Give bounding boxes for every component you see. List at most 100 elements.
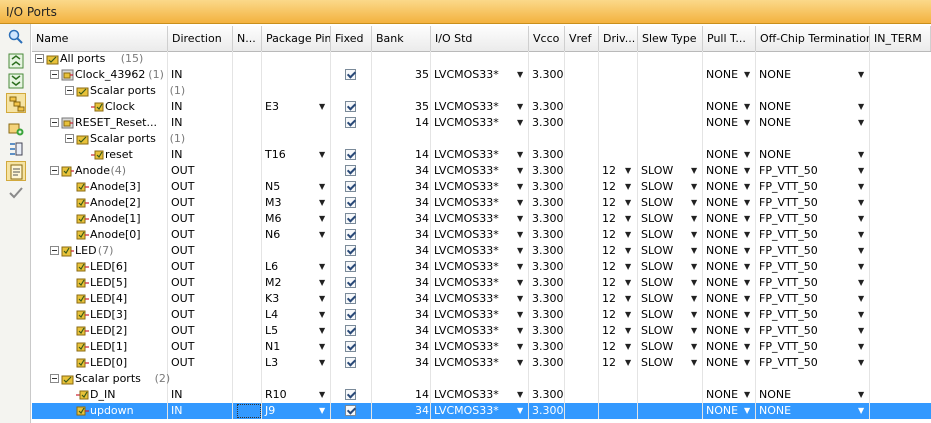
- column-header[interactable]: N...: [233, 26, 262, 51]
- package-pin-dropdown-icon[interactable]: ▼: [319, 227, 325, 243]
- termination-dropdown-icon[interactable]: ▼: [858, 211, 864, 227]
- package-pin-dropdown-icon[interactable]: ▼: [319, 339, 325, 355]
- drive-dropdown-icon[interactable]: ▼: [625, 195, 631, 211]
- fixed-checkbox[interactable]: [345, 117, 356, 128]
- pull-dropdown-icon[interactable]: ▼: [744, 387, 750, 403]
- off-chip-termination-select[interactable]: NONE: [756, 67, 870, 83]
- slew-dropdown-icon[interactable]: ▼: [691, 163, 697, 179]
- fixed-checkbox[interactable]: [345, 277, 356, 288]
- package-pin-dropdown-icon[interactable]: ▼: [319, 179, 325, 195]
- off-chip-termination-select[interactable]: NONE: [756, 115, 870, 131]
- package-pin-dropdown-icon[interactable]: ▼: [319, 291, 325, 307]
- slew-dropdown-icon[interactable]: ▼: [691, 195, 697, 211]
- column-header[interactable]: IN_TERM: [870, 26, 931, 51]
- io-std-select[interactable]: LVCMOS33*: [431, 243, 529, 259]
- pull-dropdown-icon[interactable]: ▼: [744, 67, 750, 83]
- drive-strength-select[interactable]: 12: [599, 227, 638, 243]
- column-header[interactable]: Driv...: [599, 26, 638, 51]
- table-row[interactable]: Anode (4) OUT 34 LVCMOS33* ▼ 3.300 12 ▼ SLOW ▼ NONE…: [32, 163, 931, 179]
- table-row[interactable]: All ports (15): [32, 51, 931, 67]
- io-std-select[interactable]: LVCMOS33*: [431, 147, 529, 163]
- column-header[interactable]: Package Pin: [262, 26, 331, 51]
- fixed-checkbox[interactable]: [345, 405, 356, 416]
- io-std-dropdown-icon[interactable]: ▼: [517, 387, 523, 403]
- termination-dropdown-icon[interactable]: ▼: [858, 99, 864, 115]
- io-std-select[interactable]: LVCMOS33*: [431, 99, 529, 115]
- table-row[interactable]: LED[4] OUT K3 ▼ 34 LVCMOS33* ▼ 3.300 12 ▼ SLOW ▼ NON…: [32, 291, 931, 307]
- drive-dropdown-icon[interactable]: ▼: [625, 243, 631, 259]
- drive-strength-select[interactable]: 12: [599, 323, 638, 339]
- io-std-dropdown-icon[interactable]: ▼: [517, 99, 523, 115]
- table-row[interactable]: Clock_43962 (1) IN 35 LVCMOS33* ▼ 3.300 NONE ▼ NO…: [32, 67, 931, 83]
- drive-strength-select[interactable]: 12: [599, 243, 638, 259]
- fixed-checkbox[interactable]: [345, 357, 356, 368]
- auto-place-icon[interactable]: [6, 161, 26, 181]
- column-header[interactable]: Slew Type: [638, 26, 703, 51]
- table-row[interactable]: LED[2] OUT L5 ▼ 34 LVCMOS33* ▼ 3.300 12 ▼ SLOW ▼ NON…: [32, 323, 931, 339]
- place-pins-icon[interactable]: [6, 139, 26, 159]
- package-pin-dropdown-icon[interactable]: ▼: [319, 259, 325, 275]
- fixed-checkbox[interactable]: [345, 261, 356, 272]
- termination-dropdown-icon[interactable]: ▼: [858, 243, 864, 259]
- io-std-dropdown-icon[interactable]: ▼: [517, 323, 523, 339]
- pull-dropdown-icon[interactable]: ▼: [744, 99, 750, 115]
- slew-dropdown-icon[interactable]: ▼: [691, 291, 697, 307]
- io-std-select[interactable]: LVCMOS33*: [431, 163, 529, 179]
- off-chip-termination-select[interactable]: FP_VTT_50: [756, 291, 870, 307]
- table-row[interactable]: Scalar ports (1): [32, 131, 931, 147]
- column-header[interactable]: I/O Std: [431, 26, 529, 51]
- drive-dropdown-icon[interactable]: ▼: [625, 355, 631, 371]
- drive-strength-select[interactable]: 12: [599, 179, 638, 195]
- off-chip-termination-select[interactable]: FP_VTT_50: [756, 163, 870, 179]
- pull-dropdown-icon[interactable]: ▼: [744, 179, 750, 195]
- off-chip-termination-select[interactable]: FP_VTT_50: [756, 195, 870, 211]
- drive-strength-select[interactable]: 12: [599, 163, 638, 179]
- drive-dropdown-icon[interactable]: ▼: [625, 323, 631, 339]
- neg-diff-pair-cell[interactable]: [237, 404, 261, 418]
- slew-dropdown-icon[interactable]: ▼: [691, 259, 697, 275]
- collapse-toggle-icon[interactable]: [65, 86, 74, 95]
- io-std-select[interactable]: LVCMOS33*: [431, 211, 529, 227]
- termination-dropdown-icon[interactable]: ▼: [858, 339, 864, 355]
- package-pin-select[interactable]: [262, 163, 331, 179]
- off-chip-termination-select[interactable]: NONE: [756, 147, 870, 163]
- collapse-toggle-icon[interactable]: [50, 70, 59, 79]
- pull-dropdown-icon[interactable]: ▼: [744, 259, 750, 275]
- io-std-select[interactable]: LVCMOS33*: [431, 115, 529, 131]
- off-chip-termination-select[interactable]: FP_VTT_50: [756, 211, 870, 227]
- termination-dropdown-icon[interactable]: ▼: [858, 355, 864, 371]
- off-chip-termination-select[interactable]: FP_VTT_50: [756, 179, 870, 195]
- slew-dropdown-icon[interactable]: ▼: [691, 179, 697, 195]
- slew-dropdown-icon[interactable]: ▼: [691, 275, 697, 291]
- off-chip-termination-select[interactable]: FP_VTT_50: [756, 243, 870, 259]
- package-pin-select[interactable]: [262, 67, 331, 83]
- table-row[interactable]: Anode[1] OUT M6 ▼ 34 LVCMOS33* ▼ 3.300 12 ▼ SLOW ▼ N…: [32, 211, 931, 227]
- table-row[interactable]: Anode[0] OUT N6 ▼ 34 LVCMOS33* ▼ 3.300 12 ▼ SLOW ▼ N…: [32, 227, 931, 243]
- io-std-dropdown-icon[interactable]: ▼: [517, 259, 523, 275]
- table-row[interactable]: D_IN IN R10 ▼ 14 LVCMOS33* ▼ 3.300 NONE ▼ NONE ▼: [32, 387, 931, 403]
- collapse-toggle-icon[interactable]: [50, 166, 59, 175]
- fixed-checkbox[interactable]: [345, 197, 356, 208]
- collapse-toggle-icon[interactable]: [50, 246, 59, 255]
- package-pin-dropdown-icon[interactable]: ▼: [319, 355, 325, 371]
- io-std-select[interactable]: LVCMOS33*: [431, 323, 529, 339]
- column-header[interactable]: Name: [32, 26, 168, 51]
- termination-dropdown-icon[interactable]: ▼: [858, 323, 864, 339]
- package-pin-dropdown-icon[interactable]: ▼: [319, 147, 325, 163]
- termination-dropdown-icon[interactable]: ▼: [858, 275, 864, 291]
- fixed-checkbox[interactable]: [345, 229, 356, 240]
- io-std-dropdown-icon[interactable]: ▼: [517, 211, 523, 227]
- drive-dropdown-icon[interactable]: ▼: [625, 291, 631, 307]
- fixed-checkbox[interactable]: [345, 341, 356, 352]
- off-chip-termination-select[interactable]: NONE: [756, 403, 870, 419]
- package-pin-dropdown-icon[interactable]: ▼: [319, 195, 325, 211]
- fixed-checkbox[interactable]: [345, 389, 356, 400]
- package-pin-select[interactable]: [262, 243, 331, 259]
- pull-dropdown-icon[interactable]: ▼: [744, 147, 750, 163]
- table-row[interactable]: Scalar ports (1): [32, 83, 931, 99]
- table-row[interactable]: Anode[2] OUT M3 ▼ 34 LVCMOS33* ▼ 3.300 12 ▼ SLOW ▼ N…: [32, 195, 931, 211]
- termination-dropdown-icon[interactable]: ▼: [858, 387, 864, 403]
- fixed-checkbox[interactable]: [345, 165, 356, 176]
- off-chip-termination-select[interactable]: FP_VTT_50: [756, 339, 870, 355]
- drive-strength-select[interactable]: 12: [599, 355, 638, 371]
